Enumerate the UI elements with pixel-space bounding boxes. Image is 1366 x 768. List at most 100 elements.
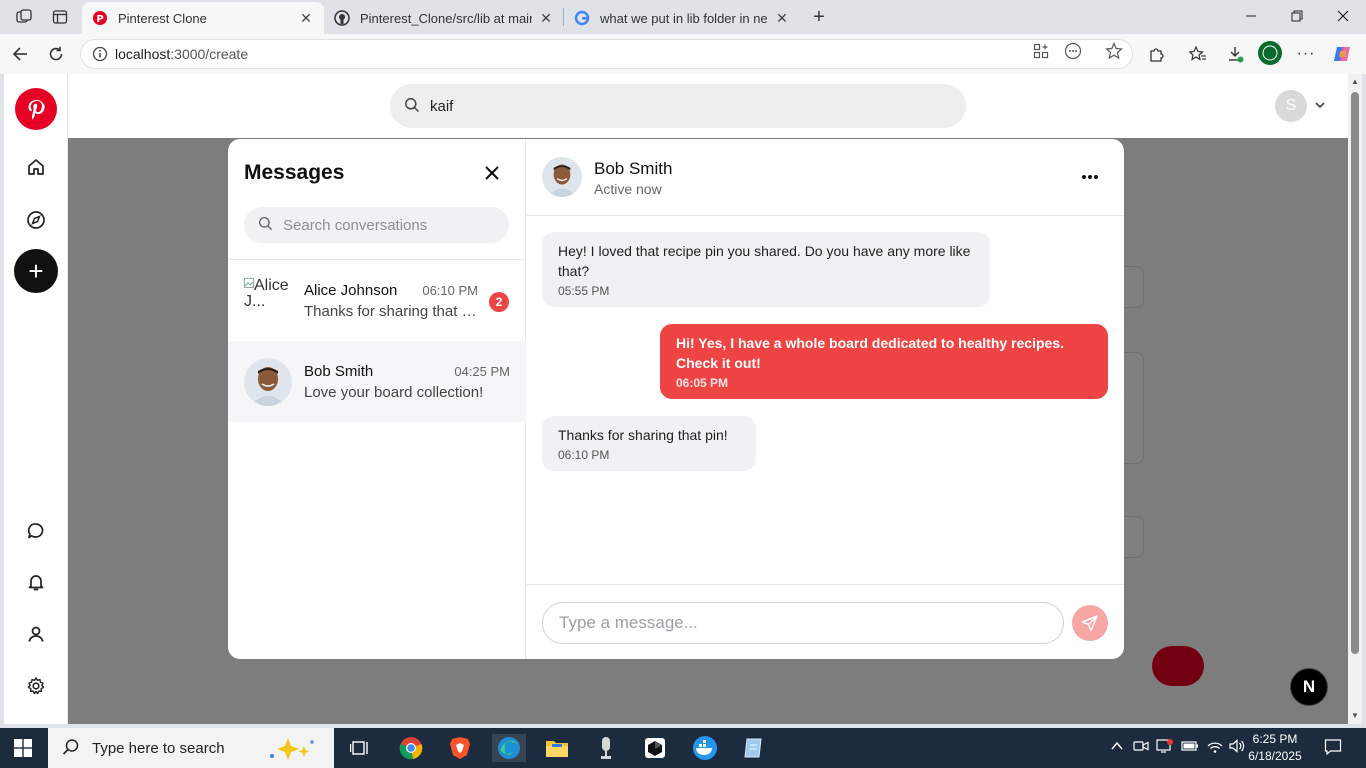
wifi-icon[interactable] [1206, 738, 1224, 757]
message-text: Hi! Yes, I have a whole board dedicated … [676, 335, 1064, 371]
conversation-list-header: Messages [228, 139, 525, 260]
conversation-item[interactable]: Alice J... Alice Johnson 06:10 PM Thanks… [228, 260, 526, 341]
taskbar-search[interactable]: Type here to search [48, 728, 334, 768]
message-bubble-incoming: Thanks for sharing that pin! 06:10 PM [542, 416, 756, 471]
favorite-star-icon[interactable] [1104, 41, 1124, 61]
address-bar[interactable]: localhost:3000/create [80, 39, 1133, 69]
messages-icon[interactable] [24, 519, 48, 543]
chrome-icon[interactable] [397, 734, 425, 762]
tab-google-search[interactable]: what we put in lib folder in nextjs ✕ [564, 2, 800, 34]
conversation-list-pane: Messages Alice J... Alice Johnson 06:10 … [228, 139, 526, 659]
workspaces-icon[interactable] [13, 6, 35, 28]
new-tab-icon[interactable]: + [808, 6, 830, 28]
task-view-icon[interactable] [346, 734, 374, 762]
notifications-icon[interactable] [1324, 738, 1342, 759]
extensions-icon[interactable] [1145, 42, 1169, 66]
global-search-bar[interactable]: kaif [390, 84, 966, 128]
chevron-down-icon[interactable] [1313, 98, 1327, 112]
tab-close-icon[interactable]: ✕ [538, 10, 554, 27]
scroll-down-icon[interactable]: ▼ [1350, 711, 1360, 721]
tab-pinterest-clone[interactable]: P Pinterest Clone ✕ [82, 2, 324, 34]
nextjs-dev-indicator[interactable]: N [1290, 668, 1328, 706]
url-text: localhost:3000/create [115, 46, 248, 62]
chat-contact-status: Active now [594, 181, 662, 197]
search-highlight-icon [264, 736, 320, 765]
user-avatar[interactable]: S [1275, 90, 1307, 122]
tab-close-icon[interactable]: ✕ [298, 10, 314, 27]
left-sidebar: + [4, 74, 68, 724]
search-query[interactable]: kaif [430, 98, 453, 115]
scroll-up-icon[interactable]: ▲ [1350, 77, 1360, 87]
brave-icon[interactable] [446, 734, 474, 762]
tab-title: Pinterest_Clone/src/lib at main · M [360, 10, 532, 26]
send-button[interactable] [1072, 605, 1108, 641]
back-icon[interactable] [8, 42, 32, 66]
url-path: :3000/create [170, 46, 249, 62]
edge-icon[interactable] [492, 734, 526, 762]
site-info-icon[interactable] [85, 46, 115, 62]
favorites-icon[interactable] [1186, 42, 1210, 66]
pinterest-favicon-icon: P [92, 10, 108, 26]
show-hidden-icons-icon[interactable] [1110, 739, 1124, 756]
profile-user-icon[interactable] [24, 622, 48, 646]
refresh-icon[interactable] [44, 42, 68, 66]
message-text: Thanks for sharing that pin! [558, 427, 728, 443]
browser-toolbar: localhost:3000/create ··· [0, 34, 1366, 74]
file-explorer-icon[interactable] [543, 734, 571, 762]
taskbar-clock[interactable]: 6:25 PM 6/18/2025 [1240, 731, 1310, 765]
settings-more-icon[interactable]: ··· [1294, 42, 1318, 66]
page-scrollbar[interactable]: ▲ ▼ [1348, 74, 1362, 724]
pinterest-logo-icon[interactable] [15, 88, 57, 130]
conversation-preview: Love your board collection! [304, 384, 484, 401]
message-time: 05:55 PM [558, 284, 610, 298]
scrollbar-thumb[interactable] [1351, 92, 1359, 654]
windows-start-icon[interactable] [14, 739, 32, 760]
search-icon [62, 738, 80, 759]
copilot-icon[interactable] [1331, 42, 1355, 66]
display-icon[interactable] [1156, 738, 1174, 757]
docker-icon[interactable] [691, 734, 719, 762]
conversation-time: 06:10 PM [422, 283, 478, 298]
conversation-search-input[interactable] [283, 216, 493, 234]
avatar [542, 157, 582, 197]
settings-gear-icon[interactable] [24, 674, 48, 698]
profile-avatar-icon[interactable] [1257, 40, 1283, 66]
conversation-preview: Thanks for sharing that pin! [304, 303, 478, 320]
close-window-icon[interactable] [1320, 0, 1366, 32]
explore-compass-icon[interactable] [24, 208, 48, 232]
tab-github[interactable]: Pinterest_Clone/src/lib at main · M ✕ [324, 2, 564, 34]
more-options-icon[interactable] [1078, 165, 1102, 189]
message-bubble-incoming: Hey! I loved that recipe pin you shared.… [542, 232, 990, 307]
minimize-icon[interactable] [1228, 0, 1274, 32]
tab-title: what we put in lib folder in nextjs [600, 10, 768, 26]
chat-pane: Bob Smith Active now Hey! I loved that r… [526, 139, 1124, 659]
tab-close-icon[interactable]: ✕ [774, 10, 790, 27]
restore-icon[interactable] [1274, 0, 1320, 32]
message-bubble-outgoing: Hi! Yes, I have a whole board dedicated … [660, 324, 1108, 399]
avatar [244, 358, 292, 406]
conversation-name: Bob Smith [304, 363, 374, 380]
page-viewport: + kaif S Messages Search conversations A… [4, 74, 1348, 724]
message-input[interactable] [542, 602, 1064, 644]
cursor-app-icon[interactable] [641, 734, 669, 762]
conversation-item-selected[interactable]: Bob Smith 04:25 PM Love your board colle… [228, 341, 526, 422]
meet-now-icon[interactable] [1133, 738, 1149, 757]
create-pin-button[interactable]: + [14, 249, 58, 293]
reading-mode-icon[interactable] [1063, 41, 1083, 61]
notifications-bell-icon[interactable] [24, 570, 48, 594]
notes-app-icon[interactable] [739, 734, 767, 762]
top-bar: kaif S [68, 74, 1348, 138]
recorder-icon[interactable] [592, 734, 620, 762]
home-icon[interactable] [24, 155, 48, 179]
close-icon[interactable] [480, 161, 504, 185]
battery-icon[interactable] [1181, 739, 1199, 756]
message-time: 06:05 PM [676, 376, 729, 390]
app-available-icon[interactable] [1031, 41, 1051, 61]
svg-text:P: P [96, 14, 103, 25]
unread-count-badge: 2 [489, 292, 509, 312]
tab-actions-icon[interactable] [49, 6, 71, 28]
chat-header: Bob Smith Active now [526, 139, 1124, 216]
search-icon [404, 97, 420, 116]
message-text: Hey! I loved that recipe pin you shared.… [558, 243, 971, 279]
downloads-icon[interactable] [1223, 42, 1247, 66]
